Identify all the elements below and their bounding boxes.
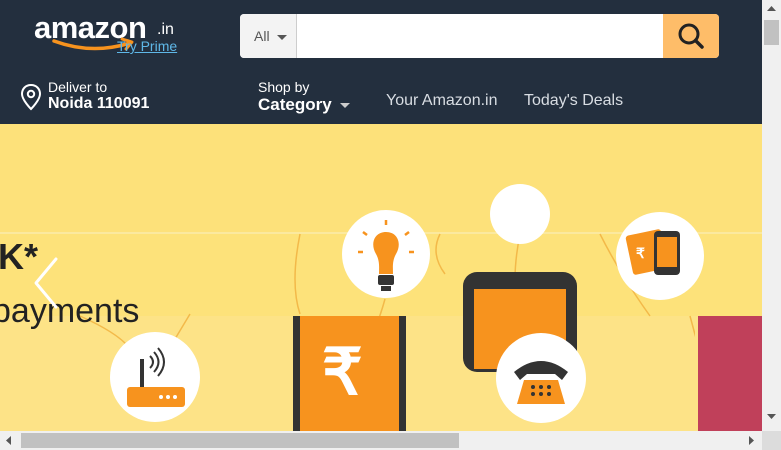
search-department-select[interactable]: All — [240, 14, 297, 58]
caret-down-icon — [277, 35, 287, 40]
deliver-to-label[interactable]: Deliver to — [48, 79, 107, 95]
scrollbar-corner — [762, 431, 781, 450]
banner-text-fragment-2: payments — [0, 292, 139, 330]
svg-text:₹: ₹ — [322, 336, 363, 408]
amazon-logo[interactable]: amazon .in Try Prime — [34, 11, 184, 57]
delivery-location[interactable]: Noida 110091 — [48, 95, 149, 113]
horizontal-scrollbar-thumb[interactable] — [21, 433, 459, 448]
vertical-scrollbar-thumb[interactable] — [764, 20, 779, 45]
chevron-down-icon — [340, 103, 350, 108]
banner-artwork: K* payments ₹ ₹ — [0, 124, 762, 431]
bulb-icon — [342, 210, 430, 298]
search-input[interactable] — [297, 14, 663, 58]
scroll-right-arrow-icon[interactable] — [742, 431, 760, 450]
svg-text:₹: ₹ — [636, 245, 645, 261]
search-button[interactable] — [663, 14, 719, 58]
nav-link-your-amazon[interactable]: Your Amazon.in — [386, 92, 497, 110]
shop-by-category[interactable]: Category — [258, 95, 332, 115]
rupee-icon: ₹ — [293, 316, 406, 431]
browser-viewport: amazon .in Try Prime All Deliver to Noid… — [0, 0, 762, 431]
carousel-prev-icon[interactable] — [26, 255, 66, 311]
search-icon — [678, 23, 704, 49]
shop-by-label[interactable]: Shop by — [258, 79, 309, 95]
department-label: All — [254, 28, 270, 44]
mobile-bill-icon: ₹ — [616, 212, 704, 300]
nav-bar: Deliver to Noida 110091 Shop by Category… — [0, 77, 762, 124]
scroll-up-arrow-icon[interactable] — [762, 0, 781, 18]
side-panel — [695, 316, 762, 431]
search-bar: All — [240, 14, 719, 58]
vertical-scrollbar[interactable] — [762, 0, 781, 431]
scroll-left-arrow-icon[interactable] — [0, 431, 18, 450]
try-prime-link[interactable]: Try Prime — [117, 38, 177, 54]
horizontal-scrollbar[interactable] — [0, 431, 762, 450]
top-header: amazon .in Try Prime All — [0, 0, 762, 77]
router-icon — [110, 332, 200, 422]
scroll-down-arrow-icon[interactable] — [762, 408, 781, 426]
logo-tld: .in — [157, 21, 174, 38]
hero-banner[interactable]: K* payments ₹ ₹ — [0, 124, 762, 431]
telephone-icon — [496, 333, 586, 423]
nav-link-todays-deals[interactable]: Today's Deals — [524, 92, 623, 110]
location-pin-icon — [20, 83, 42, 111]
